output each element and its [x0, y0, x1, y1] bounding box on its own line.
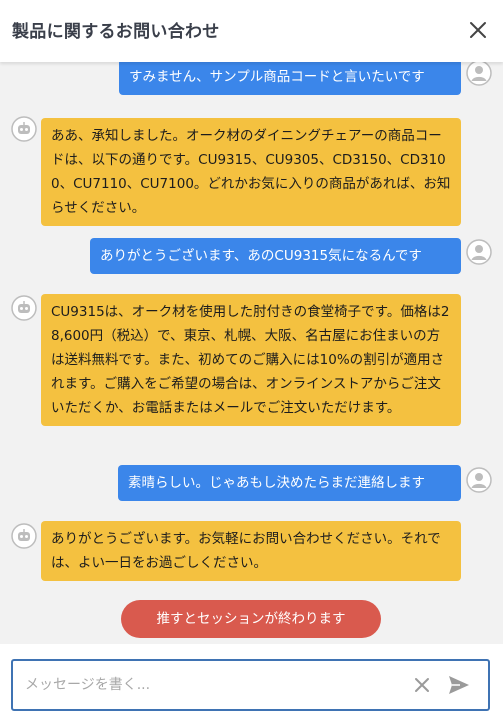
page-title: 製品に関するお問い合わせ [12, 22, 220, 42]
chat-log: すみません、サンプル商品コードと言いたいです ああ、承知しました。オーク材のダイ… [0, 62, 503, 644]
user-avatar-icon [466, 467, 492, 493]
bot-avatar-icon [11, 523, 37, 549]
bot-message: ありがとうございます。お気軽にお問い合わせください。それでは、よい一日をお過ごし… [41, 521, 461, 581]
bot-message: CU9315は、オーク材を使用した肘付きの食堂椅子です。価格は28,600円（税… [41, 294, 461, 426]
user-avatar-icon [466, 62, 492, 86]
end-session-button[interactable]: 推すとセッションが終わります [121, 600, 381, 638]
send-icon[interactable] [447, 674, 471, 696]
user-message: すみません、サンプル商品コードと言いたいです [119, 62, 461, 95]
bot-message: ああ、承知しました。オーク材のダイニングチェアーの商品コードは、以下の通りです。… [41, 118, 461, 226]
user-avatar-icon [466, 239, 492, 265]
message-input-box [11, 659, 490, 711]
composer [0, 644, 503, 723]
user-message: ありがとうございます、あのCU9315気になるんです [90, 238, 461, 274]
bot-avatar-icon [11, 116, 37, 142]
user-message: 素晴らしい。じゃあもし決めたらまだ連絡します [118, 465, 461, 501]
clear-icon[interactable] [413, 676, 431, 694]
chat-header: 製品に関するお問い合わせ [0, 0, 503, 62]
close-icon[interactable] [466, 18, 490, 42]
bot-avatar-icon [11, 295, 37, 321]
message-input[interactable] [25, 673, 405, 697]
